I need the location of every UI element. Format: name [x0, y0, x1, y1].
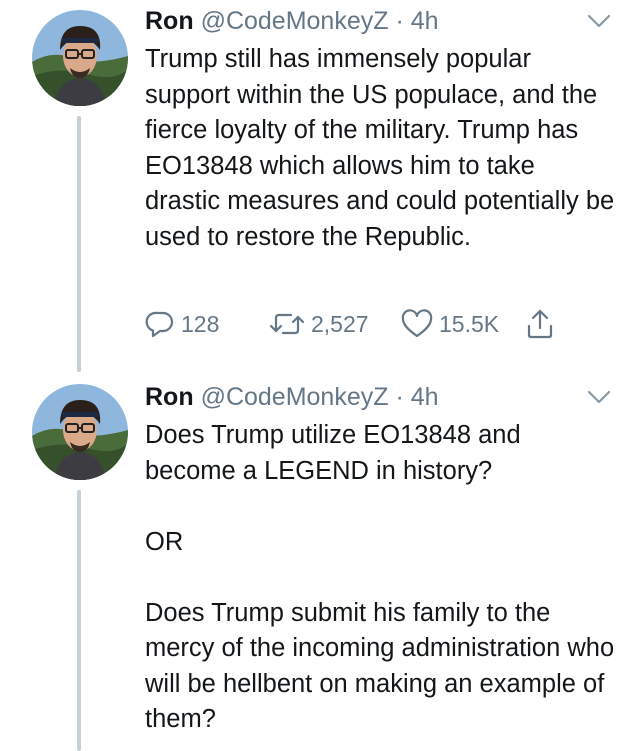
separator-dot: · [395, 7, 404, 35]
tweet-paragraph: OR [145, 527, 184, 556]
like-button[interactable]: 15.5K [401, 308, 499, 340]
retweet-button[interactable]: 2,527 [269, 308, 369, 340]
paragraph-spacer [145, 489, 615, 525]
user-handle[interactable]: @CodeMonkeyZ [201, 383, 389, 411]
timestamp[interactable]: 4h [411, 383, 439, 411]
share-icon [525, 308, 555, 340]
tweet-paragraph: Does Trump utilize EO13848 and become a … [145, 421, 521, 485]
reply-count: 128 [181, 310, 220, 337]
tweet[interactable]: Ron @CodeMonkeyZ · 4h Does Trump utilize… [0, 372, 640, 751]
chevron-down-icon[interactable] [586, 388, 612, 406]
reply-button[interactable]: 128 [145, 308, 219, 340]
display-name[interactable]: Ron [145, 383, 194, 411]
tweet-paragraph: Does Trump submit his family to the merc… [145, 598, 615, 734]
chevron-down-icon[interactable] [586, 12, 612, 30]
heart-icon [401, 309, 433, 339]
user-handle[interactable]: @CodeMonkeyZ [201, 7, 389, 35]
tweet-header: Ron @CodeMonkeyZ · 4h [145, 6, 439, 36]
display-name[interactable]: Ron [145, 7, 194, 35]
tweet-text: Trump still has immensely popular suppor… [145, 42, 615, 255]
reply-icon [145, 309, 175, 339]
retweet-icon [269, 309, 305, 339]
share-button[interactable] [525, 308, 555, 340]
separator-dot: · [395, 383, 404, 411]
like-count: 15.5K [439, 310, 500, 337]
avatar[interactable] [32, 10, 128, 106]
tweet[interactable]: Ron @CodeMonkeyZ · 4h Trump still has im… [0, 0, 640, 370]
timestamp[interactable]: 4h [411, 7, 439, 35]
tweet-text: Does Trump utilize EO13848 and become a … [145, 418, 615, 738]
retweet-count: 2,527 [311, 310, 369, 337]
tweet-actions: 128 2,527 15.5K [145, 308, 575, 340]
tweet-header: Ron @CodeMonkeyZ · 4h [145, 382, 439, 412]
tweet-paragraph: Trump still has immensely popular suppor… [145, 45, 615, 251]
paragraph-spacer [145, 560, 615, 596]
avatar[interactable] [32, 384, 128, 480]
